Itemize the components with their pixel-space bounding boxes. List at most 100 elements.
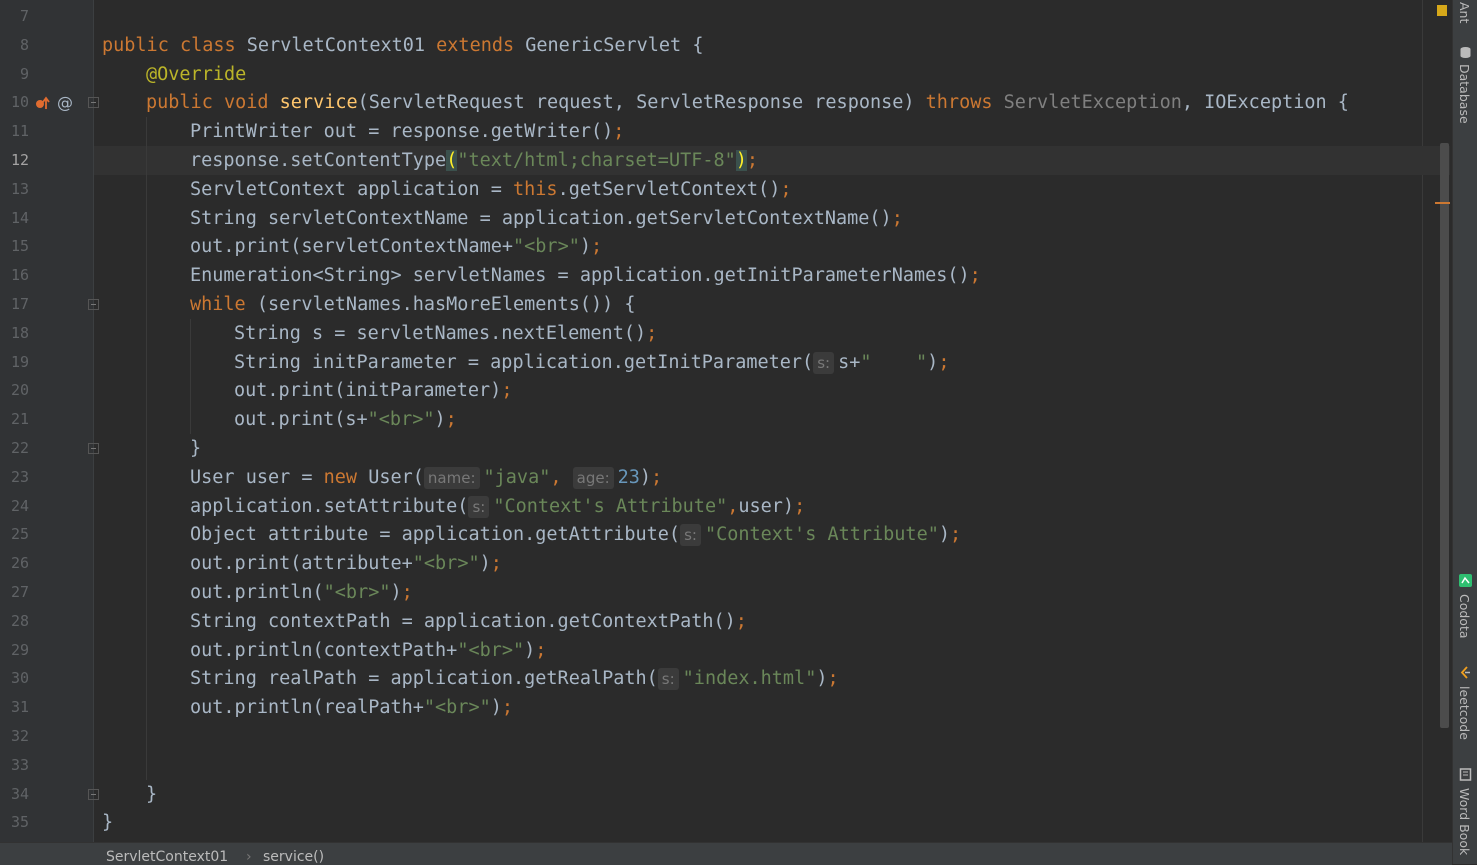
code-token: ) [927,351,939,373]
vertical-scrollbar[interactable] [1440,143,1449,728]
code-text[interactable]: response.setContentType("text/html;chars… [190,146,758,175]
code-line[interactable]: 14 String servletContextName = applicatio… [0,204,1477,233]
code-text[interactable]: out.println("<br>"); [190,578,413,607]
code-line[interactable]: 9 @Override [0,60,1477,89]
code-token: String initParameter = application.getIn… [234,351,814,373]
parameter-hint: s: [813,351,835,374]
fold-marker-icon[interactable] [88,443,99,454]
tool-window-ant[interactable]: Ant [1457,2,1472,23]
code-text[interactable]: out.print(s+"<br>"); [234,405,457,434]
code-token: out.print(servletContextName+ [190,236,514,258]
code-text[interactable]: } [102,808,113,837]
code-line[interactable]: 31 out.println(realPath+"<br>"); [0,693,1477,722]
code-token: ; [501,380,513,402]
code-line[interactable]: 35} [0,808,1477,837]
code-text[interactable]: public void service(ServletRequest reque… [146,88,1349,117]
code-text[interactable]: String servletContextName = application.… [190,204,903,233]
code-line[interactable]: 24 application.setAttribute(s: "Context's … [0,492,1477,521]
code-text[interactable]: out.println(realPath+"<br>"); [190,693,513,722]
code-text[interactable]: out.print(attribute+"<br>"); [190,549,502,578]
code-text[interactable]: application.setAttribute(s: "Context's At… [190,492,805,521]
code-line[interactable]: 29 out.println(contextPath+"<br>"); [0,636,1477,665]
code-line[interactable]: 7 [0,2,1477,31]
code-token: response.setContentType [190,150,447,171]
code-text[interactable]: while (servletNames.hasMoreElements()) { [190,290,636,319]
code-text[interactable]: out.print(servletContextName+"<br>"); [190,232,602,261]
code-token: , [727,495,739,517]
inspection-warning-icon[interactable] [1437,5,1447,16]
code-text[interactable]: User user = new User(name: "java", age: 23… [190,463,662,492]
code-token: "Context's Attribute" [704,524,939,546]
code-line[interactable]: 27 out.println("<br>"); [0,578,1477,607]
code-line[interactable]: 12 response.setContentType("text/html;cha… [0,146,1477,175]
code-text[interactable]: public class ServletContext01 extends Ge… [102,31,703,60]
code-token: "index.html" [682,668,817,690]
code-line[interactable]: 34} [0,780,1477,809]
tool-window-word-book[interactable]: Word Book [1457,788,1472,855]
code-token: ; [445,409,457,431]
code-token: GenericServlet { [525,34,704,56]
code-line[interactable]: 13 ServletContext application = this.getS… [0,175,1477,204]
parameter-hint: s: [468,495,490,518]
code-token: (ServletRequest request, ServletResponse… [357,92,926,114]
parameter-hint: name: [423,466,480,489]
code-line[interactable]: 26 out.print(attribute+"<br>"); [0,549,1477,578]
code-token: ; [646,322,658,344]
code-text[interactable]: String realPath = application.getRealPat… [190,664,839,693]
code-text[interactable]: } [146,780,157,809]
override-up-arrow-icon[interactable] [35,95,51,111]
code-line[interactable]: 21 out.print(s+"<br>"); [0,405,1477,434]
code-line[interactable]: 30 String realPath = application.getRealP… [0,664,1477,693]
code-text[interactable]: } [190,434,201,463]
line-number: 12 [10,151,29,169]
code-line[interactable]: 32 [0,722,1477,751]
code-token: new [323,466,369,488]
code-line[interactable]: 17 while (servletNames.hasMoreElements())… [0,290,1477,319]
fold-marker-icon[interactable] [88,788,99,800]
code-line[interactable]: 28 String contextPath = application.getCo… [0,607,1477,636]
code-line[interactable]: 19 String initParameter = application.get… [0,348,1477,377]
code-token: ; [590,236,603,258]
code-text[interactable]: String initParameter = application.getIn… [234,348,949,377]
tool-window-leetcode[interactable]: leetcode [1457,686,1472,740]
fold-marker-icon[interactable] [88,97,99,109]
code-text[interactable]: String contextPath = application.getCont… [190,607,747,636]
code-token: public class [102,34,247,56]
code-text[interactable]: @Override [146,60,246,89]
code-token: String contextPath = application.getCont… [190,610,736,632]
code-line[interactable]: 22} [0,434,1477,463]
code-token: ; [827,668,839,690]
code-text[interactable]: String s = servletNames.nextElement(); [234,319,657,348]
code-text[interactable]: Object attribute = application.getAttrib… [190,520,961,549]
breadcrumb-method[interactable]: service() [263,849,324,865]
code-text[interactable]: Enumeration<String> servletNames = appli… [190,261,981,290]
code-line[interactable]: 15 out.print(servletContextName+"<br>"); [0,232,1477,261]
line-number: 32 [10,727,29,745]
breadcrumb-class[interactable]: ServletContext01 [106,849,228,865]
code-text[interactable]: out.print(initParameter); [234,376,512,405]
code-line[interactable]: 16 Enumeration<String> servletNames = app… [0,261,1477,290]
code-token: ) [816,668,828,690]
code-text[interactable]: ServletContext application = this.getSer… [190,175,791,204]
code-line[interactable]: 11 PrintWriter out = response.getWriter()… [0,117,1477,146]
code-token: out.print(attribute+ [190,553,413,575]
code-line[interactable]: 10 public void service(ServletRequest req… [0,88,1477,117]
code-text[interactable]: PrintWriter out = response.getWriter(); [190,117,624,146]
annotation-at-icon[interactable]: @ [57,88,73,117]
line-number: 31 [10,698,29,717]
code-line[interactable]: 33 [0,751,1477,780]
code-line[interactable]: 20 out.print(initParameter); [0,376,1477,405]
code-token: (servletNames.hasMoreElements()) { [256,294,636,315]
fold-marker-icon[interactable] [88,299,99,310]
error-stripe-marker[interactable] [1435,202,1450,204]
tool-window-database[interactable]: Database [1457,64,1472,124]
code-text[interactable]: out.println(contextPath+"<br>"); [190,636,546,665]
tool-window-codota[interactable]: Codota [1457,594,1472,639]
code-line[interactable]: 23 User user = new User(name: "java", age:… [0,463,1477,492]
code-token: out.println(contextPath+ [190,639,458,661]
code-line[interactable]: 18 String s = servletNames.nextElement(); [0,319,1477,348]
code-token: " " [860,351,928,373]
code-line[interactable]: 8 public class ServletContext01 extends G… [0,31,1477,60]
code-line[interactable]: 25 Object attribute = application.getAttr… [0,520,1477,549]
line-number: 14 [10,208,29,227]
